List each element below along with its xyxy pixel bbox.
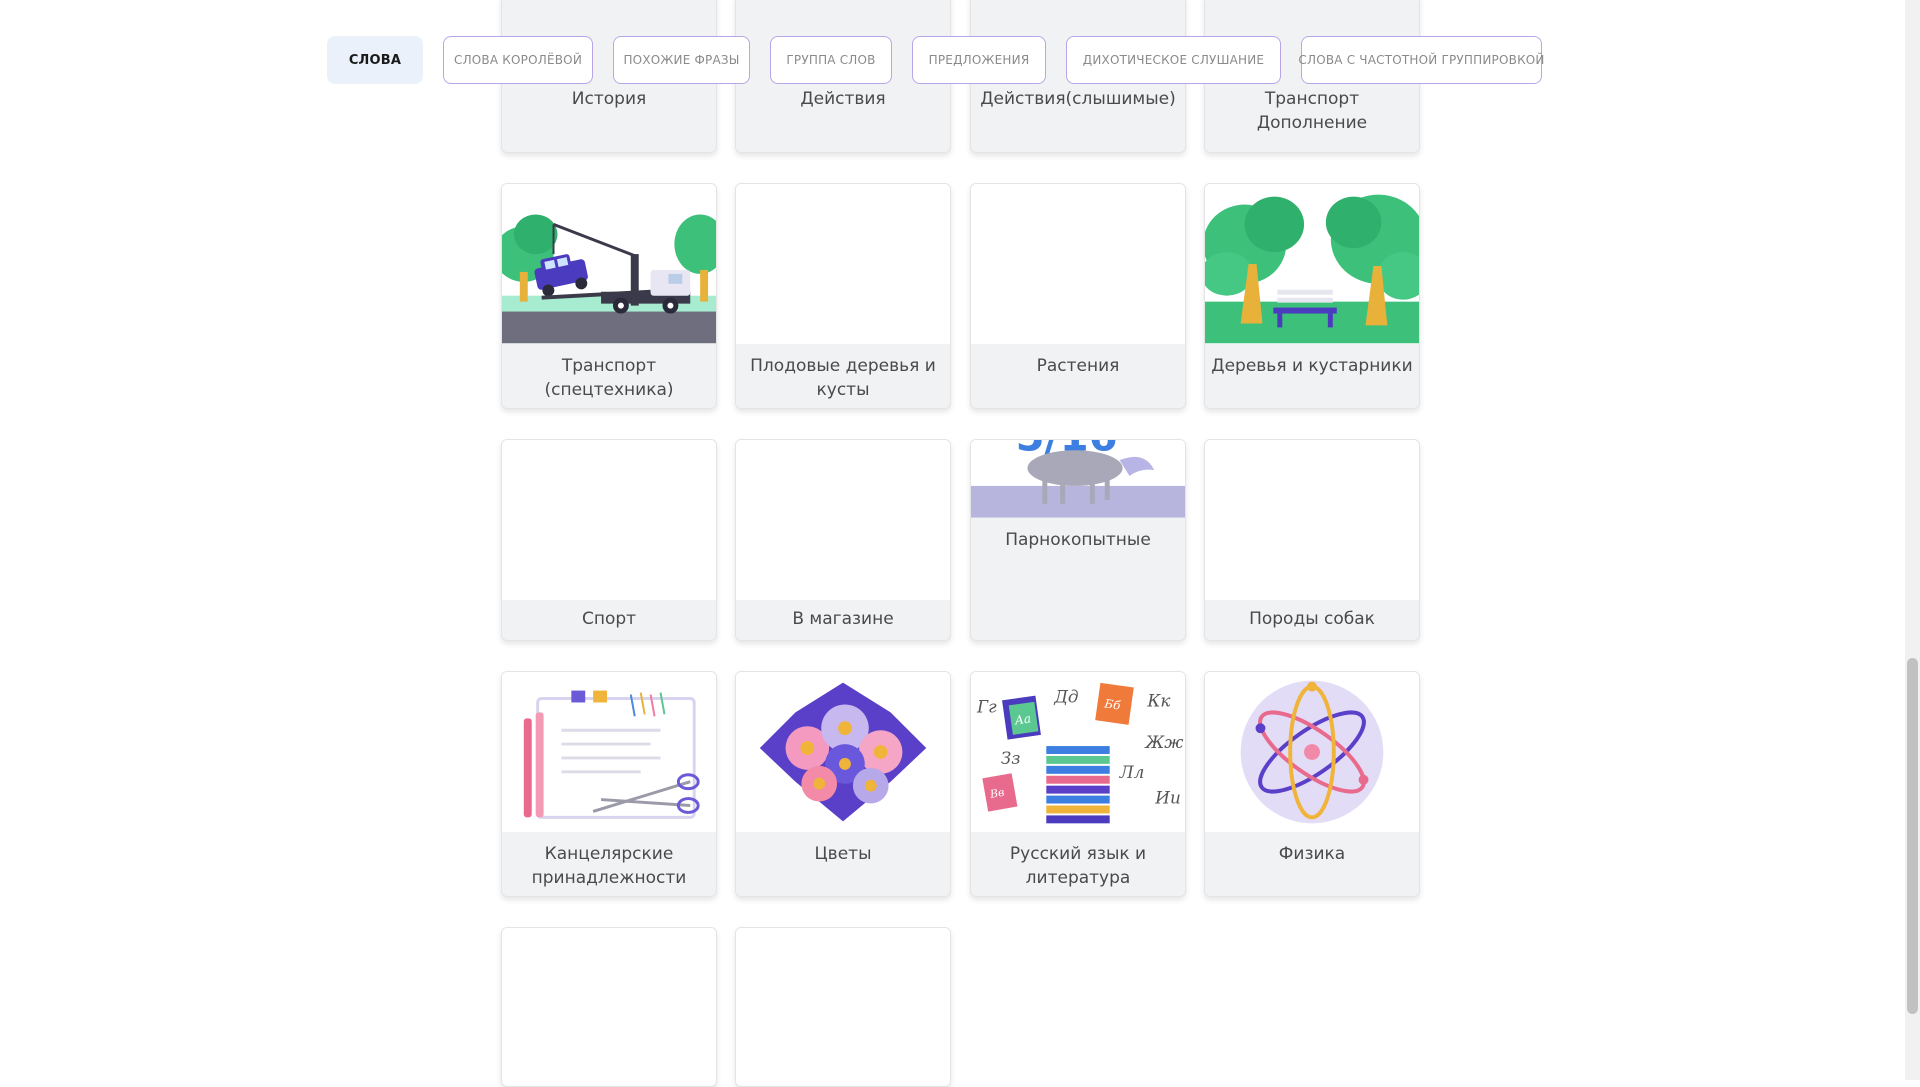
letter: Гг (976, 696, 997, 716)
park-bench-icon (1205, 184, 1419, 344)
card-label: Плодовые деревья и кусты (750, 356, 936, 400)
card-image (971, 184, 1185, 344)
card-label: Канцелярские принадлежности (531, 844, 687, 888)
card-transport-special[interactable]: Транспорт (спецтехника) (501, 183, 717, 409)
letter: Бб (1103, 696, 1123, 712)
card-label: Растения (1036, 356, 1120, 376)
card-trees-shrubs[interactable]: Деревья и кустарники (1204, 183, 1420, 409)
card-image (736, 440, 950, 600)
flowers-icon (736, 672, 950, 832)
stationery-icon (502, 672, 716, 832)
card-label: В магазине (792, 609, 894, 629)
tab-dichotic-listening[interactable]: ДИХОТИЧЕСКОЕ СЛУШАНИЕ (1066, 36, 1281, 84)
card-label: Парнокопытные (1005, 530, 1151, 550)
card-label: Физика (1278, 844, 1346, 864)
page-scrollbar[interactable] (1905, 0, 1920, 1080)
card-label: Спорт (581, 609, 637, 629)
letter: Дд (1053, 686, 1078, 706)
card-image (502, 928, 716, 1086)
card-empty-1[interactable] (501, 927, 717, 1087)
letter: Ии (1154, 788, 1181, 808)
card-dog-breeds[interactable]: Породы собак (1204, 439, 1420, 641)
letter: Лл (1119, 762, 1145, 782)
tow-truck-icon (502, 184, 716, 344)
tab-sentences[interactable]: ПРЕДЛОЖЕНИЯ (912, 36, 1046, 84)
letter: Зз (1001, 748, 1021, 768)
card-label: Цветы (814, 844, 872, 864)
letter: Аа (1013, 711, 1032, 727)
tab-korolyova-words[interactable]: СЛОВА КОРОЛЁВОЙ (443, 36, 593, 84)
horse-icon: 5/16 (971, 440, 1185, 518)
scrollbar-thumb[interactable] (1907, 658, 1918, 1014)
card-image (502, 440, 716, 600)
letter: Вв (988, 786, 1005, 801)
card-image (736, 184, 950, 344)
tab-similar-phrases[interactable]: ПОХОЖИЕ ФРАЗЫ (613, 36, 750, 84)
card-label: Транспорт (спецтехника) (544, 356, 674, 400)
letter: Жж (1144, 732, 1183, 752)
letter: Кк (1146, 690, 1171, 710)
card-label: Породы собак (1249, 609, 1375, 629)
card-sport[interactable]: Спорт (501, 439, 717, 641)
tab-frequency-grouped-words[interactable]: СЛОВА С ЧАСТОТНОЙ ГРУППИРОВКОЙ (1298, 36, 1544, 84)
card-russian-lit[interactable]: Гг Дд Кк Зз Жж Лл Ии Аа Бб Вв Русский яз… (970, 671, 1186, 897)
category-tabs: СЛОВА СЛОВА КОРОЛЁВОЙ ПОХОЖИЕ ФРАЗЫ ГРУП… (0, 0, 1905, 100)
card-artiodactyls[interactable]: 5/16 Парнокопытные (970, 439, 1186, 641)
card-physics[interactable]: Физика (1204, 671, 1420, 897)
card-image (1205, 440, 1419, 600)
card-plants[interactable]: Растения (970, 183, 1186, 409)
tab-word-group[interactable]: ГРУППА СЛОВ (770, 36, 892, 84)
card-label: Русский язык и литература (1009, 844, 1147, 888)
card-empty-2[interactable] (735, 927, 951, 1087)
card-image (736, 928, 950, 1086)
card-label: Деревья и кустарники (1211, 356, 1413, 376)
atom-icon (1205, 672, 1419, 832)
books-icon: Гг Дд Кк Зз Жж Лл Ии Аа Бб Вв (971, 672, 1185, 832)
card-fruit-trees[interactable]: Плодовые деревья и кусты (735, 183, 951, 409)
tab-words[interactable]: СЛОВА (327, 36, 423, 84)
card-in-shop[interactable]: В магазине (735, 439, 951, 641)
card-stationery[interactable]: Канцелярские принадлежности (501, 671, 717, 897)
card-flowers[interactable]: Цветы (735, 671, 951, 897)
